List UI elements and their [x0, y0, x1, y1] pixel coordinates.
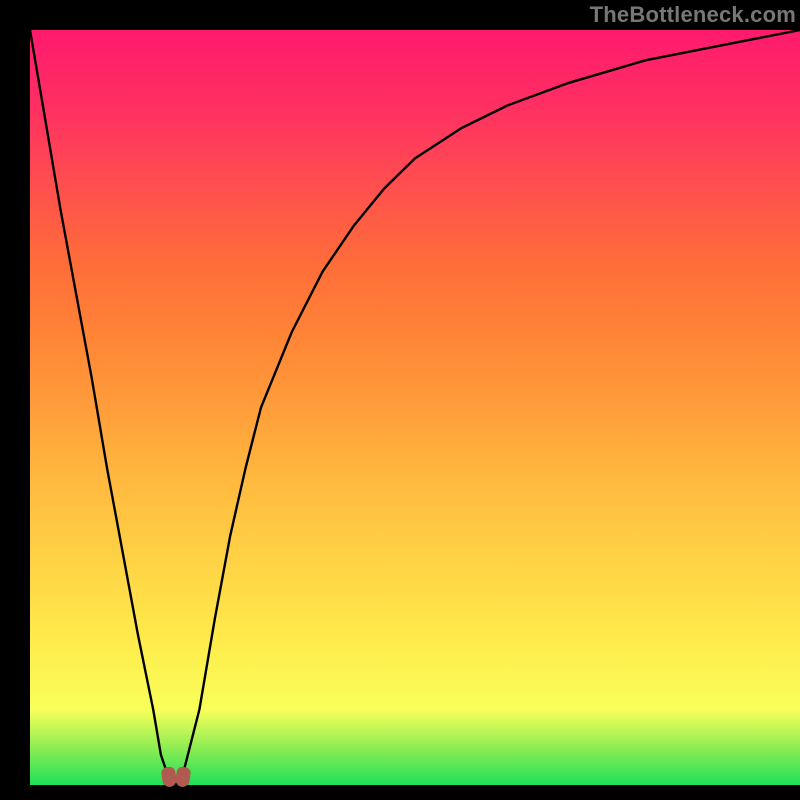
bottleneck-curve — [0, 0, 800, 800]
curve-minimum-marker — [162, 767, 190, 787]
